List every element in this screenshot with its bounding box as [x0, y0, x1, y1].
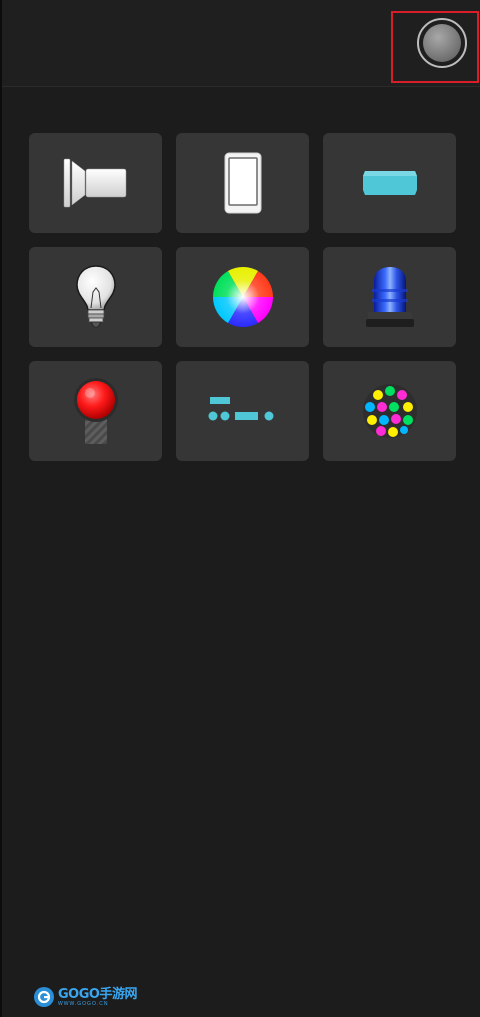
watermark-sub-text: WWW.GOGO.CN — [58, 1000, 109, 1007]
site-watermark: GOGO手游网 WWW.GOGO.CN — [34, 985, 137, 1009]
police-siren-icon — [365, 267, 414, 327]
screen-light-icon — [224, 152, 261, 214]
watermark-main-text: GOGO手游网 — [58, 986, 137, 1002]
watermark-logo-icon — [34, 987, 54, 1007]
mode-morse-code-tile[interactable] — [176, 361, 309, 461]
mode-flashlight-tile[interactable] — [29, 133, 162, 233]
disco-ball-icon — [362, 384, 417, 438]
mode-police-siren-tile[interactable] — [323, 247, 456, 347]
led-bar-icon — [362, 171, 417, 195]
red-signal-light-icon — [73, 378, 118, 444]
top-bar — [2, 0, 480, 87]
flashlight-icon — [63, 158, 126, 208]
mode-red-signal-tile[interactable] — [29, 361, 162, 461]
mode-disco-ball-tile[interactable] — [323, 361, 456, 461]
mode-color-wheel-tile[interactable] — [176, 247, 309, 347]
mode-light-bulb-tile[interactable] — [29, 247, 162, 347]
light-bulb-icon — [75, 265, 116, 328]
morse-code-icon — [208, 397, 273, 421]
power-toggle-icon — [423, 24, 461, 62]
watermark-text: GOGO手游网 WWW.GOGO.CN — [58, 988, 137, 1007]
app-screen: GOGO手游网 WWW.GOGO.CN — [0, 0, 480, 1017]
power-toggle-button[interactable] — [417, 18, 467, 68]
mode-led-bar-tile[interactable] — [323, 133, 456, 233]
color-wheel-icon — [212, 266, 273, 328]
mode-grid — [29, 133, 456, 461]
mode-screen-light-tile[interactable] — [176, 133, 309, 233]
